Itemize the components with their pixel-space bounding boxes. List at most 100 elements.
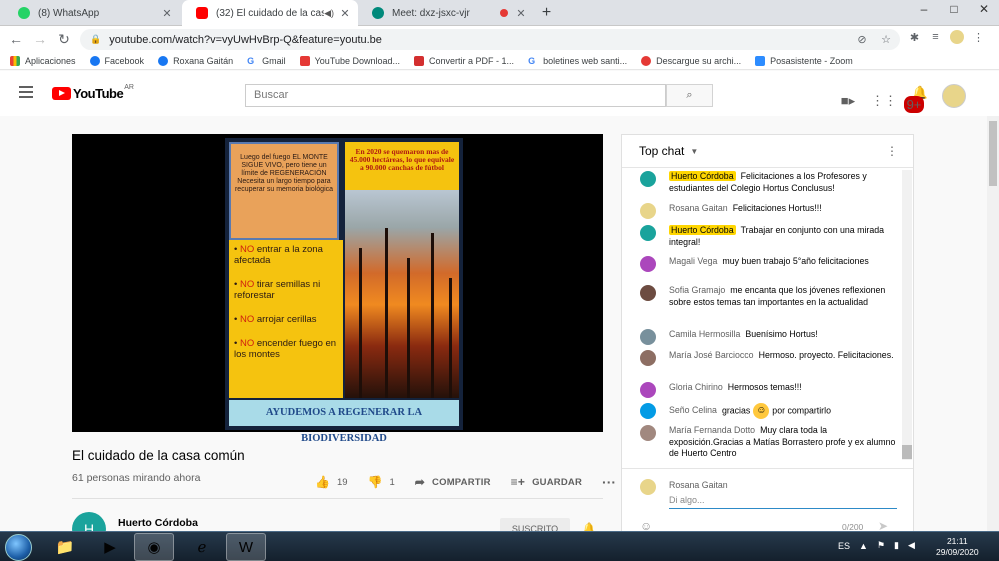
clock-date: 29/09/2020 <box>936 547 979 557</box>
apps-grid-icon[interactable]: ⋮⋮ <box>866 93 902 109</box>
channel-name[interactable]: Huerto Córdoba <box>118 517 198 529</box>
maximize-icon[interactable]: □ <box>939 0 969 20</box>
volume-icon[interactable]: ◀ <box>908 540 915 551</box>
chrome-icon[interactable]: ◉ <box>134 533 174 561</box>
avatar[interactable] <box>640 350 656 366</box>
dislike-button[interactable]: 👎 1 <box>368 475 395 489</box>
show-hidden-icons-icon[interactable]: ▲ <box>859 541 868 551</box>
chat-author[interactable]: Magali Vega <box>669 256 717 266</box>
avatar[interactable] <box>640 403 656 419</box>
chat-author[interactable]: Gloria Chirino <box>669 382 723 392</box>
star-icon[interactable]: ☆ <box>874 33 898 46</box>
bookmark-gmail[interactable]: G Gmail <box>247 55 286 66</box>
chat-author[interactable]: Rosana Gaitan <box>669 203 728 213</box>
chat-text: Hermosos temas!!! <box>727 382 802 392</box>
search-button[interactable]: ⌕ <box>666 84 713 107</box>
apps-grid-icon <box>10 55 20 66</box>
avatar[interactable] <box>640 256 656 272</box>
tab-youtube[interactable]: (32) El cuidado de la casa com ◀) ✕ <box>182 0 358 26</box>
bookmark-ytdownload[interactable]: YouTube Download... <box>299 55 400 66</box>
account-avatar[interactable] <box>942 84 966 108</box>
download-icon <box>299 55 310 66</box>
tab-meet[interactable]: Meet: dxz-jsxc-vjr ✕ <box>358 0 534 26</box>
bookmark-zoom[interactable]: Posasistente - Zoom <box>755 55 853 66</box>
internet-explorer-icon[interactable]: ℯ <box>182 533 222 561</box>
reload-icon[interactable]: ↻ <box>52 31 76 48</box>
close-tab-icon[interactable]: ✕ <box>338 7 352 20</box>
more-actions-icon[interactable]: ··· <box>602 474 616 490</box>
menu-kebab-icon[interactable]: ⋮ <box>968 31 989 44</box>
window-controls: – □ ✕ <box>909 0 999 20</box>
notifications-bell-icon[interactable]: 🔔9+ <box>902 85 938 116</box>
chat-text: Felicitaciones Hortus!!! <box>732 203 822 213</box>
chevron-down-icon[interactable]: ▼ <box>690 147 698 156</box>
bookmark-label: Convertir a PDF - 1... <box>429 55 515 66</box>
hamburger-menu-icon[interactable] <box>19 86 33 98</box>
share-label: COMPARTIR <box>432 476 491 488</box>
chat-menu-icon[interactable]: ⋮ <box>886 144 898 158</box>
language-indicator[interactable]: ES <box>838 541 850 551</box>
chat-mode-label[interactable]: Top chat <box>639 144 684 158</box>
scroll-thumb[interactable] <box>989 121 997 186</box>
close-window-icon[interactable]: ✕ <box>969 0 999 20</box>
bookmark-apps[interactable]: Aplicaciones <box>10 55 76 66</box>
avatar[interactable] <box>640 203 656 219</box>
save-button[interactable]: ≡+ GUARDAR <box>511 475 582 489</box>
bookmark-pdf[interactable]: Convertir a PDF - 1... <box>414 55 515 66</box>
camera-blocked-icon[interactable]: ⊘ <box>850 33 874 46</box>
forward-icon[interactable]: → <box>28 31 52 47</box>
bookmark-descargue[interactable]: Descargue su archi... <box>641 55 741 66</box>
bookmark-facebook[interactable]: Facebook <box>89 55 144 66</box>
avatar[interactable] <box>640 425 656 441</box>
extensions-icon[interactable]: ✱ <box>904 31 925 44</box>
lock-icon[interactable]: 🔒 <box>90 34 101 45</box>
avatar[interactable] <box>640 225 656 241</box>
share-button[interactable]: ➦ COMPARTIR <box>415 475 491 489</box>
video-frame-poster[interactable]: Luego del fuego EL MONTE SIGUE VIVO, per… <box>225 138 463 444</box>
close-tab-icon[interactable]: ✕ <box>160 7 174 20</box>
chat-author[interactable]: Sofia Gramajo <box>669 285 725 295</box>
url-text[interactable]: youtube.com/watch?v=vyUwHvBrp-Q&feature=… <box>109 34 382 46</box>
network-icon[interactable]: ▮ <box>894 540 899 551</box>
chat-author[interactable]: Seño Celina <box>669 405 717 415</box>
avatar[interactable] <box>640 382 656 398</box>
audio-playing-icon[interactable]: ◀) <box>324 8 334 19</box>
avatar[interactable] <box>640 171 656 187</box>
chat-message: Rosana Gaitan Felicitaciones Hortus!!! <box>622 203 907 219</box>
chat-input[interactable]: Di algo... <box>669 493 897 509</box>
youtube-logo[interactable]: YouTube AR <box>52 84 134 101</box>
avatar[interactable] <box>640 285 656 301</box>
profile-icon[interactable] <box>950 30 964 44</box>
avatar[interactable] <box>640 329 656 345</box>
address-bar[interactable]: 🔒 youtube.com/watch?v=vyUwHvBrp-Q&featur… <box>80 29 900 50</box>
search-input[interactable]: Buscar <box>245 84 666 107</box>
clock[interactable]: 21:11 29/09/2020 <box>936 536 979 558</box>
page-scrollbar[interactable] <box>987 116 999 531</box>
media-control-icon[interactable]: ≡ <box>925 31 946 43</box>
start-button[interactable] <box>5 534 32 561</box>
new-tab-button[interactable]: + <box>537 3 556 22</box>
close-tab-icon[interactable]: ✕ <box>514 7 528 20</box>
youtube-wordmark: YouTube <box>73 86 124 101</box>
chat-author[interactable]: María Fernanda Dotto <box>669 425 755 435</box>
bookmark-boletines[interactable]: Gboletines web santi... <box>528 55 627 66</box>
scroll-thumb[interactable] <box>902 445 912 459</box>
create-video-icon[interactable]: ■▸ <box>830 93 866 109</box>
chat-author[interactable]: Camila Hermosilla <box>669 329 740 339</box>
chat-text: muy buen trabajo 5°año felicitaciones <box>722 256 869 266</box>
chat-author[interactable]: Huerto Córdoba <box>669 171 736 181</box>
media-player-icon[interactable]: ▶ <box>90 533 130 561</box>
like-button[interactable]: 👍 19 <box>315 475 348 489</box>
clock-time: 21:11 <box>946 536 968 546</box>
chat-author[interactable]: Huerto Córdoba <box>669 225 736 235</box>
minimize-icon[interactable]: – <box>909 0 939 20</box>
back-icon[interactable]: ← <box>4 31 28 47</box>
chat-scrollbar[interactable] <box>902 170 912 460</box>
file-explorer-icon[interactable]: 📁 <box>45 533 85 561</box>
word-icon[interactable]: W <box>226 533 266 561</box>
bookmark-roxana[interactable]: Roxana Gaitán <box>158 55 233 66</box>
chat-author[interactable]: María José Barciocco <box>669 350 754 360</box>
chat-header[interactable]: Top chat ▼ ⋮ <box>622 135 913 168</box>
flag-icon[interactable]: ⚑ <box>877 540 885 551</box>
tab-whatsapp[interactable]: (8) WhatsApp ✕ <box>4 0 180 26</box>
